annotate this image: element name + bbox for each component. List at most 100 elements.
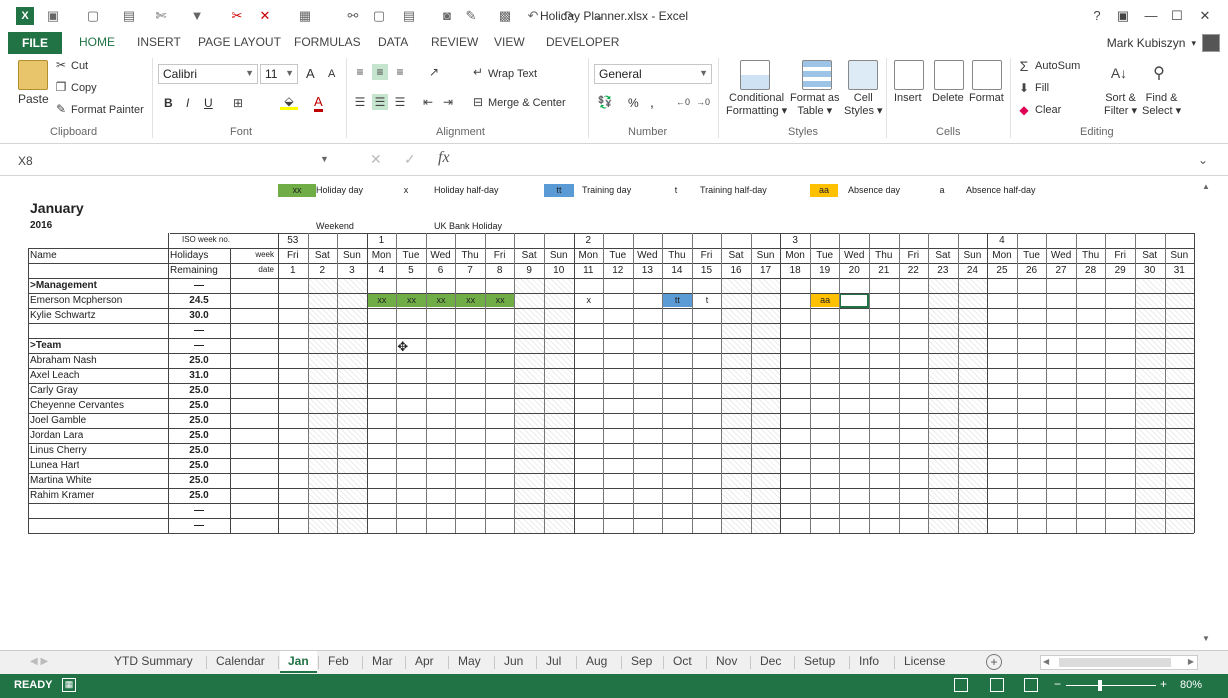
zoom-out-icon[interactable]: − [1054,677,1061,691]
align-top-icon[interactable]: ≡ [352,64,368,80]
copy-button[interactable]: Copy [71,82,97,94]
scroll-thumb[interactable] [1059,658,1171,667]
day-mark[interactable]: xx [426,294,456,307]
format-cells-button[interactable]: Format [969,92,1004,104]
employee-name[interactable]: Carly Gray [30,385,78,396]
formula-input[interactable] [464,151,1184,171]
format-painter-button[interactable]: Format Painter [71,104,144,116]
autosum-button[interactable]: AutoSum [1035,60,1080,72]
format-as-table-icon[interactable] [802,60,832,90]
user-account[interactable]: Mark Kubiszyn ▾ [1107,32,1220,54]
page-layout-view-icon[interactable] [990,678,1004,692]
help-button[interactable]: ? [1086,7,1108,25]
tab-developer[interactable]: DEVELOPER [546,35,619,49]
cell-styles-button[interactable]: Cell Styles ▾ [844,92,883,117]
ribbon-display-icon[interactable]: ▣ [1112,7,1134,25]
employee-name[interactable]: Axel Leach [30,370,79,381]
day-mark[interactable]: xx [456,294,485,307]
find-select-button[interactable]: Find & Select ▾ [1142,92,1181,117]
scroll-down-icon[interactable]: ▼ [1202,634,1210,643]
insert-cells-button[interactable]: Insert [894,92,922,104]
sheet-tab[interactable]: Calendar [216,654,265,668]
cut-icon[interactable]: ✂ [54,58,68,72]
horizontal-scrollbar[interactable]: ◀ ▶ [1040,655,1198,670]
format-painter-icon[interactable]: ✎ [54,102,68,116]
employee-name[interactable]: Kylie Schwartz [30,310,96,321]
day-mark[interactable]: t [693,294,722,307]
sheet-tab[interactable]: May [458,654,481,668]
sheet-tab[interactable]: Jun [504,654,523,668]
borders-icon[interactable]: ⊞ [230,96,246,110]
comma-button[interactable]: , [650,94,654,110]
day-mark[interactable]: tt [663,294,692,307]
tab-file[interactable]: FILE [8,32,62,54]
orientation-icon[interactable]: ↗ [424,64,444,80]
currency-icon[interactable]: 💱 [596,94,614,110]
sheet-tab[interactable]: Oct [673,654,692,668]
new-sheet-button[interactable]: + [986,654,1002,670]
sheet-tab[interactable]: Info [859,654,879,668]
selected-cell[interactable] [839,293,869,308]
increase-decimal-icon[interactable]: ←0 [674,94,692,110]
day-mark[interactable]: x [575,294,604,307]
increase-indent-icon[interactable]: ⇥ [440,94,456,110]
align-center-icon[interactable]: ☰ [372,94,388,110]
tab-formulas[interactable]: FORMULAS [294,35,361,49]
sheet-tab[interactable]: Dec [760,654,781,668]
maximize-icon[interactable]: ☐ [1166,7,1188,25]
sort-filter-icon[interactable]: A↓ [1106,60,1132,86]
scroll-right-icon[interactable]: ▶ [1188,657,1194,666]
employee-name[interactable]: Lunea Hart [30,460,79,471]
conditional-formatting-icon[interactable] [740,60,770,90]
sheet-tab[interactable]: Setup [804,654,835,668]
day-mark[interactable]: aa [810,294,840,307]
page-break-view-icon[interactable] [1024,678,1038,692]
font-name-select[interactable]: Calibri ▼ [158,64,258,84]
merge-center-icon[interactable]: ⊟ [470,94,486,110]
italic-button[interactable]: I [186,96,189,110]
macro-record-icon[interactable]: ▦ [62,678,76,692]
grow-font-button[interactable]: A [306,66,315,81]
enter-icon[interactable]: ✓ [404,151,416,168]
tab-home[interactable]: HOME [79,35,115,49]
cancel-icon[interactable]: ✕ [370,151,382,168]
align-middle-icon[interactable]: ≡ [372,64,388,80]
copy-icon[interactable]: ❐ [54,80,68,94]
zoom-slider[interactable] [1066,685,1156,686]
format-cells-icon[interactable] [972,60,1002,90]
sheet-tab[interactable]: YTD Summary [114,654,193,668]
decrease-decimal-icon[interactable]: →0 [694,94,712,110]
employee-name[interactable]: Abraham Nash [30,355,97,366]
underline-button[interactable]: U [204,96,213,110]
day-mark[interactable]: xx [367,294,397,307]
sheet-tab[interactable]: Sep [631,654,652,668]
normal-view-icon[interactable] [954,678,968,692]
sheet-tab[interactable]: Nov [716,654,737,668]
sheet-tab[interactable]: Aug [586,654,607,668]
cell-styles-icon[interactable] [848,60,878,90]
decrease-indent-icon[interactable]: ⇤ [420,94,436,110]
sheet-tab[interactable]: Feb [328,654,349,668]
fill-button[interactable]: Fill [1035,82,1049,94]
font-color-button[interactable]: A [314,94,323,112]
number-format-select[interactable]: General ▼ [594,64,712,84]
close-icon[interactable]: ✕ [1194,7,1216,25]
tab-page-layout[interactable]: PAGE LAYOUT [198,35,281,49]
sheet-tab[interactable]: Apr [415,654,434,668]
conditional-formatting-button[interactable]: Conditional Formatting ▾ [726,92,787,117]
fill-icon[interactable]: ⬇ [1016,80,1032,96]
fill-color-icon[interactable]: ⬙ [280,94,298,110]
employee-name[interactable]: Joel Gamble [30,415,86,426]
paste-icon[interactable] [18,60,48,90]
employee-name[interactable]: >Management [30,280,97,291]
sheet-tab[interactable]: Mar [372,654,393,668]
worksheet-grid[interactable]: xx Holiday day x Holiday half-day tt Training… [8,182,1198,644]
autosum-icon[interactable]: Σ [1016,58,1032,74]
employee-name[interactable]: Martina White [30,475,92,486]
insert-cells-icon[interactable] [894,60,924,90]
sheet-tab[interactable]: Jan [280,651,317,673]
tab-review[interactable]: REVIEW [431,35,478,49]
align-right-icon[interactable]: ☰ [392,94,408,110]
day-mark[interactable]: xx [485,294,515,307]
wrap-text-button[interactable]: Wrap Text [488,68,537,80]
